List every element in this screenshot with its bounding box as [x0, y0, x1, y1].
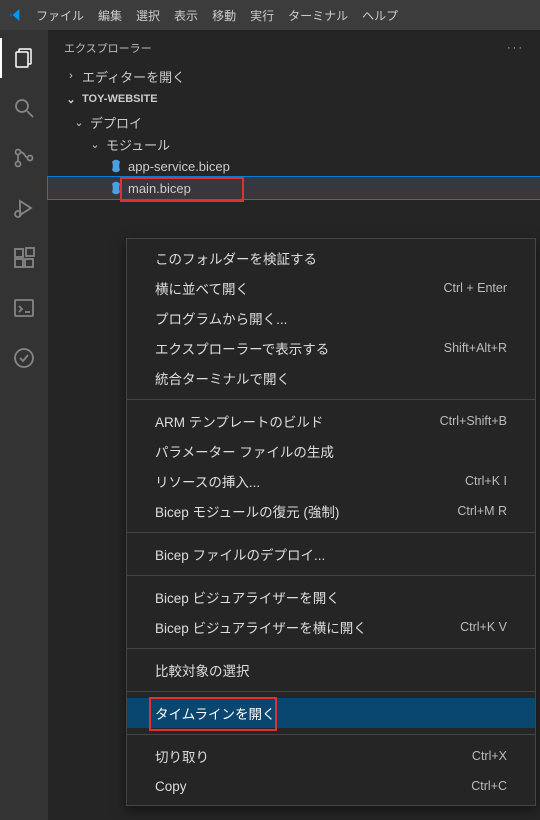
bicep-file-icon: [108, 158, 124, 174]
file-main-label: main.bicep: [128, 181, 191, 196]
context-menu-item-label: タイムラインを開く: [155, 703, 276, 723]
context-menu-separator: [127, 691, 535, 692]
chevron-down-icon: ⌄: [72, 116, 86, 129]
project-section[interactable]: ⌄ TOY-WEBSITE: [48, 87, 540, 111]
context-menu-item[interactable]: 統合ターミナルで開く: [127, 363, 535, 393]
titlebar: ファイル 編集 選択 表示 移動 実行 ターミナル ヘルプ: [0, 0, 540, 30]
context-menu-separator: [127, 734, 535, 735]
context-menu-item[interactable]: Bicep モジュールの復元 (強制) Ctrl+M R: [127, 496, 535, 526]
context-menu-item-label: 統合ターミナルで開く: [155, 368, 290, 388]
context-menu-item[interactable]: プログラムから開く...: [127, 303, 535, 333]
context-menu-item-label: このフォルダーを検証する: [155, 248, 317, 268]
menu-selection[interactable]: 選択: [130, 3, 166, 28]
context-menu-item[interactable]: 切り取り Ctrl+X: [127, 741, 535, 771]
explorer-icon[interactable]: [0, 38, 48, 78]
file-main[interactable]: main.bicep: [48, 177, 540, 199]
context-menu-item-shortcut: Ctrl + Enter: [443, 281, 507, 295]
sidebar-title: エクスプローラー: [64, 40, 152, 56]
more-icon[interactable]: ···: [507, 42, 524, 54]
context-menu-item-shortcut: Ctrl+C: [471, 779, 507, 793]
open-editors-section[interactable]: › エディターを開く: [48, 65, 540, 87]
context-menu-item[interactable]: ARM テンプレートのビルド Ctrl+Shift+B: [127, 406, 535, 436]
search-icon[interactable]: [0, 88, 48, 128]
context-menu-item-label: 切り取り: [155, 746, 209, 766]
context-menu-item-shortcut: Ctrl+X: [472, 749, 507, 763]
bicep-file-icon: [108, 180, 124, 196]
context-menu-item[interactable]: 比較対象の選択: [127, 655, 535, 685]
menu-help[interactable]: ヘルプ: [356, 3, 404, 28]
vscode-icon: [8, 7, 24, 23]
context-menu-item[interactable]: エクスプローラーで表示する Shift+Alt+R: [127, 333, 535, 363]
context-menu-item[interactable]: タイムラインを開く: [127, 698, 535, 728]
folder-deploy[interactable]: ⌄ デプロイ: [48, 111, 540, 133]
folder-modules[interactable]: ⌄ モジュール: [48, 133, 540, 155]
context-menu-separator: [127, 575, 535, 576]
folder-modules-label: モジュール: [106, 135, 170, 154]
context-menu-item-label: リソースの挿入...: [155, 471, 260, 491]
context-menu-item[interactable]: Bicep ビジュアライザーを横に開く Ctrl+K V: [127, 612, 535, 642]
chevron-down-icon: ⌄: [88, 138, 102, 151]
project-name: TOY-WEBSITE: [82, 93, 158, 105]
context-menu: このフォルダーを検証する横に並べて開く Ctrl + Enter プログラムから開く…: [126, 238, 536, 806]
context-menu-item-label: 横に並べて開く: [155, 278, 249, 298]
context-menu-item-label: プログラムから開く...: [155, 308, 287, 328]
context-menu-item[interactable]: このフォルダーを検証する: [127, 243, 535, 273]
task-check-icon[interactable]: [0, 338, 48, 378]
context-menu-item[interactable]: リソースの挿入... Ctrl+K I: [127, 466, 535, 496]
context-menu-item[interactable]: パラメーター ファイルの生成: [127, 436, 535, 466]
file-app-service-label: app-service.bicep: [128, 159, 230, 174]
menu-run[interactable]: 実行: [244, 3, 280, 28]
file-app-service[interactable]: app-service.bicep: [48, 155, 540, 177]
context-menu-separator: [127, 648, 535, 649]
menu-edit[interactable]: 編集: [92, 3, 128, 28]
context-menu-separator: [127, 399, 535, 400]
source-control-icon[interactable]: [0, 138, 48, 178]
file-tree: › エディターを開く ⌄ TOY-WEBSITE ⌄ デプロイ ⌄ モジュール …: [48, 65, 540, 199]
menu-terminal[interactable]: ターミナル: [282, 3, 354, 28]
debug-icon[interactable]: [0, 188, 48, 228]
context-menu-item-label: Bicep ビジュアライザーを横に開く: [155, 617, 367, 637]
menubar: ファイル 編集 選択 表示 移動 実行 ターミナル ヘルプ: [30, 3, 404, 28]
sidebar-header: エクスプローラー ···: [48, 30, 540, 65]
context-menu-item-label: Bicep ファイルのデプロイ...: [155, 544, 325, 564]
context-menu-separator: [127, 532, 535, 533]
folder-deploy-label: デプロイ: [90, 113, 142, 132]
activitybar: [0, 30, 48, 820]
context-menu-item[interactable]: Bicep ビジュアライザーを開く: [127, 582, 535, 612]
menu-file[interactable]: ファイル: [30, 3, 90, 28]
context-menu-item-shortcut: Ctrl+K V: [460, 620, 507, 634]
terminal-panel-icon[interactable]: [0, 288, 48, 328]
context-menu-item-shortcut: Ctrl+M R: [457, 504, 507, 518]
open-editors-label: エディターを開く: [82, 67, 185, 86]
chevron-down-icon: ⌄: [64, 93, 78, 106]
context-menu-item-label: ARM テンプレートのビルド: [155, 411, 323, 431]
context-menu-item-label: エクスプローラーで表示する: [155, 338, 329, 358]
context-menu-item[interactable]: 横に並べて開く Ctrl + Enter: [127, 273, 535, 303]
context-menu-item-label: Bicep モジュールの復元 (強制): [155, 501, 339, 521]
context-menu-item[interactable]: Copy Ctrl+C: [127, 771, 535, 801]
menu-go[interactable]: 移動: [206, 3, 242, 28]
context-menu-item-shortcut: Ctrl+Shift+B: [440, 414, 507, 428]
extensions-icon[interactable]: [0, 238, 48, 278]
context-menu-item-label: 比較対象の選択: [155, 660, 250, 680]
context-menu-item-label: パラメーター ファイルの生成: [155, 441, 334, 461]
context-menu-item[interactable]: Bicep ファイルのデプロイ...: [127, 539, 535, 569]
context-menu-item-shortcut: Ctrl+K I: [465, 474, 507, 488]
menu-view[interactable]: 表示: [168, 3, 204, 28]
context-menu-item-label: Bicep ビジュアライザーを開く: [155, 587, 340, 607]
context-menu-item-shortcut: Shift+Alt+R: [444, 341, 507, 355]
chevron-right-icon: ›: [64, 70, 78, 82]
context-menu-item-label: Copy: [155, 779, 187, 794]
